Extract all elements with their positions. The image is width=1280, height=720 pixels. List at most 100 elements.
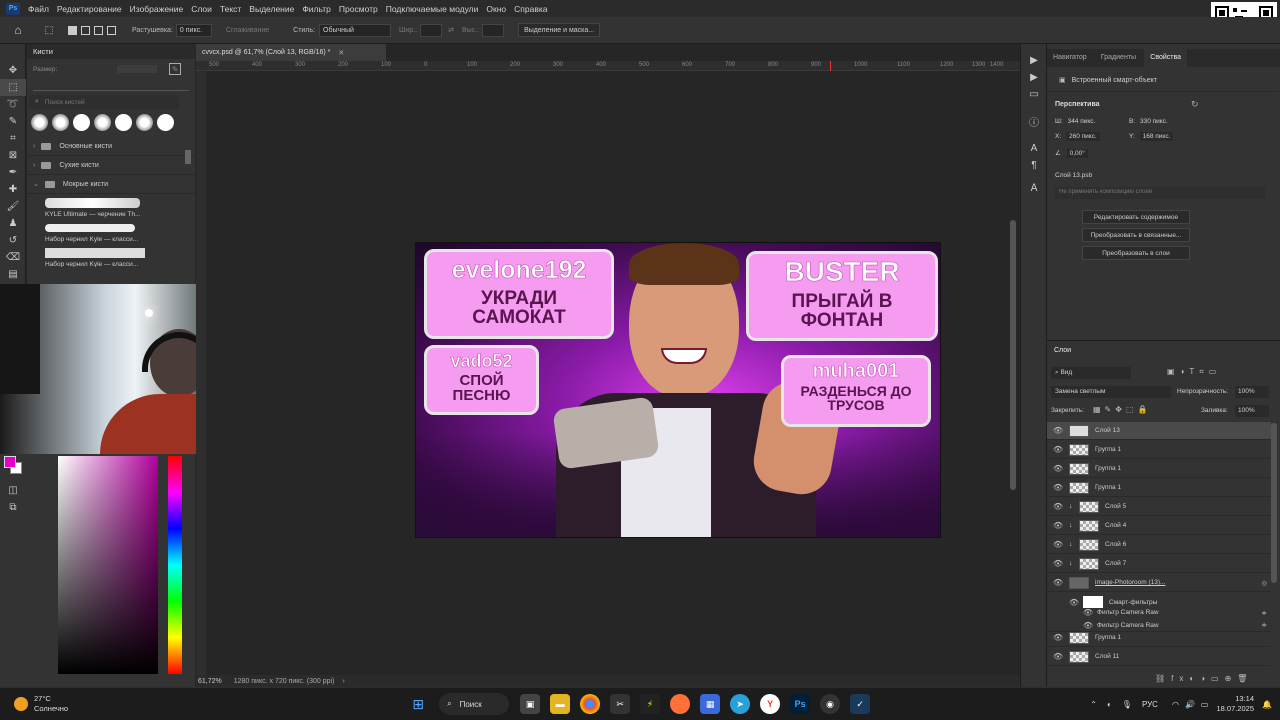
firefox-icon[interactable] — [670, 694, 691, 714]
layer-row[interactable]: 👁 Группа 1 — [1047, 460, 1271, 478]
brush-name[interactable]: KYLE Ultimate — черчение Th... — [45, 211, 195, 218]
subtract-selection-icon[interactable] — [94, 25, 103, 35]
blend-mode-select[interactable]: Замена светлым — [1051, 386, 1171, 398]
file-explorer-icon[interactable]: ▬ — [550, 694, 571, 714]
layer-comp-select[interactable]: Не применять композицию слоев — [1055, 187, 1265, 199]
visibility-eye-icon[interactable]: 👁 — [1047, 521, 1069, 530]
brush-size-field[interactable] — [117, 65, 158, 73]
capcut-icon[interactable]: ✂ — [610, 694, 631, 714]
history-icon[interactable]: ▶ — [1021, 52, 1047, 69]
layer-row[interactable]: 👁 ↓ Слой 6 — [1047, 536, 1271, 554]
hue-slider[interactable] — [168, 456, 182, 674]
brush-preset[interactable] — [52, 114, 69, 131]
menu-window[interactable]: Окно — [482, 4, 510, 14]
weather-temperature[interactable]: 27°C — [34, 694, 68, 704]
task-view-icon[interactable]: ▣ — [520, 694, 541, 714]
new-brush-icon[interactable]: ✎ — [169, 63, 182, 75]
marquee-preset-icon[interactable]: ⬚ — [36, 25, 62, 36]
tray-overflow-icon[interactable]: ⌃ — [1090, 700, 1097, 709]
actions-icon[interactable]: ▶ — [1021, 69, 1047, 86]
visibility-eye-icon[interactable]: 👁 — [1047, 608, 1097, 617]
swap-icon[interactable]: ⇄ — [448, 26, 454, 34]
convert-to-layers-button[interactable]: Преобразовать в слои — [1082, 246, 1190, 260]
chrome-icon[interactable] — [580, 694, 601, 714]
obs-icon[interactable]: ◉ — [820, 694, 841, 714]
visibility-eye-icon[interactable]: 👁 — [1047, 540, 1069, 549]
tray-app-icon[interactable]: ◐ — [1107, 700, 1112, 709]
brush-search-input[interactable]: Поиск кистей — [45, 99, 85, 106]
steam-icon[interactable]: ✓ — [850, 694, 871, 714]
info-icon[interactable]: ⓘ — [1021, 113, 1047, 130]
brush-folder-basic[interactable]: › Основные кисти — [27, 137, 195, 156]
wifi-icon[interactable]: ◠ — [1172, 700, 1179, 709]
menu-layers[interactable]: Слои — [187, 4, 216, 14]
fill-input[interactable]: 100% — [1235, 405, 1269, 417]
visibility-eye-icon[interactable]: 👁 — [1047, 464, 1069, 473]
calculator-icon[interactable]: ▦ — [700, 694, 721, 714]
zoom-level[interactable]: 61,72% — [198, 678, 222, 685]
w-value[interactable]: 344 пикс. — [1068, 118, 1096, 125]
style-select[interactable]: Обычный — [319, 23, 391, 37]
weather-sun-icon[interactable] — [14, 697, 28, 711]
feather-input[interactable]: 0 пикс. — [175, 23, 212, 37]
visibility-eye-icon[interactable]: 👁 — [1047, 502, 1069, 511]
add-selection-icon[interactable] — [81, 25, 90, 35]
visibility-eye-icon[interactable]: 👁 — [1047, 426, 1069, 435]
menu-edit[interactable]: Редактирование — [53, 4, 126, 14]
visibility-eye-icon[interactable]: 👁 — [1047, 578, 1069, 587]
convert-to-linked-button[interactable]: Преобразовать в связанные... — [1082, 228, 1190, 242]
color-picker-field[interactable] — [58, 456, 158, 674]
eraser-tool-icon[interactable]: ⌫ — [0, 249, 26, 266]
menu-type[interactable]: Текст — [216, 4, 245, 14]
h-value[interactable]: 330 пикс. — [1140, 118, 1168, 125]
crop-tool-icon[interactable]: ⌗ — [0, 130, 26, 147]
marquee-tool-icon[interactable]: ⬚ — [0, 79, 26, 96]
layer-row[interactable]: 👁 Группа 1 — [1047, 629, 1271, 647]
filter-options-icon[interactable]: ≑ — [1262, 621, 1267, 629]
x-value[interactable]: 260 пикс. — [1065, 132, 1100, 141]
layer-row[interactable]: 👁 ↓ Слой 5 — [1047, 498, 1271, 516]
app-bolt-icon[interactable]: ⚡ — [640, 694, 661, 714]
layer-row[interactable]: 👁 Группа 1 — [1047, 441, 1271, 459]
stamp-tool-icon[interactable]: ♟ — [0, 215, 26, 232]
tab-gradients[interactable]: Градиенты — [1095, 49, 1142, 67]
menu-select[interactable]: Выделение — [245, 4, 298, 14]
layer-row[interactable]: 👁 image-Photoroom (13)... ◎ — [1047, 574, 1271, 592]
layer-row[interactable]: 👁 Слой 13 — [1047, 422, 1271, 440]
volume-icon[interactable]: 🔊 — [1185, 700, 1195, 709]
brush-preset[interactable] — [73, 114, 90, 131]
menu-help[interactable]: Справка — [510, 4, 551, 14]
clock[interactable]: 13:14 18.07.2025 — [1216, 694, 1254, 714]
opacity-input[interactable]: 100% — [1235, 386, 1269, 398]
brush-preset[interactable] — [31, 114, 48, 131]
comments-icon[interactable]: ▭ — [1021, 86, 1047, 103]
status-menu-icon[interactable]: › — [342, 678, 344, 685]
glyphs-icon[interactable]: ꓮ — [1021, 180, 1047, 197]
y-value[interactable]: 168 пикс. — [1139, 132, 1174, 141]
notifications-bell-icon[interactable]: 🔔 — [1262, 700, 1272, 709]
move-tool-icon[interactable]: ✥ — [0, 62, 26, 79]
menu-file[interactable]: Файл — [24, 4, 53, 14]
menu-filter[interactable]: Фильтр — [298, 4, 335, 14]
microphone-icon[interactable]: 🎙 — [1122, 700, 1132, 709]
history-brush-icon[interactable]: ↺ — [0, 232, 26, 249]
menu-view[interactable]: Просмотр — [335, 4, 382, 14]
height-input[interactable] — [482, 23, 505, 37]
brush-name[interactable]: Набор чернил Kyle — класси... — [45, 261, 195, 267]
width-input[interactable] — [420, 23, 443, 37]
angle-value[interactable]: 0,00° — [1066, 149, 1088, 158]
brush-preset[interactable] — [94, 114, 111, 131]
layers-scrollbar[interactable] — [1271, 423, 1277, 583]
home-icon[interactable]: ⌂ — [0, 22, 36, 39]
photoshop-taskbar-icon[interactable]: Ps — [790, 694, 811, 714]
close-icon[interactable]: ✕ — [338, 49, 344, 57]
visibility-eye-icon[interactable]: 👁 — [1047, 633, 1069, 642]
brush-folder-dry[interactable]: › Сухие кисти — [27, 156, 195, 175]
layer-row[interactable]: 👁 Группа 1 — [1047, 479, 1271, 497]
brushes-scrollbar[interactable] — [185, 150, 191, 164]
layer-filter-select[interactable]: ⌕ Вид — [1051, 367, 1131, 379]
layers-footer-icons[interactable]: ⛓fx◐◑▭⊕🗑 — [1155, 674, 1253, 683]
frame-tool-icon[interactable]: ⊠ — [0, 147, 26, 164]
layer-row[interactable]: 👁 ↓ Слой 7 — [1047, 555, 1271, 573]
filter-row[interactable]: 👁 Фильтр Camera Raw ≑ — [1047, 606, 1271, 619]
